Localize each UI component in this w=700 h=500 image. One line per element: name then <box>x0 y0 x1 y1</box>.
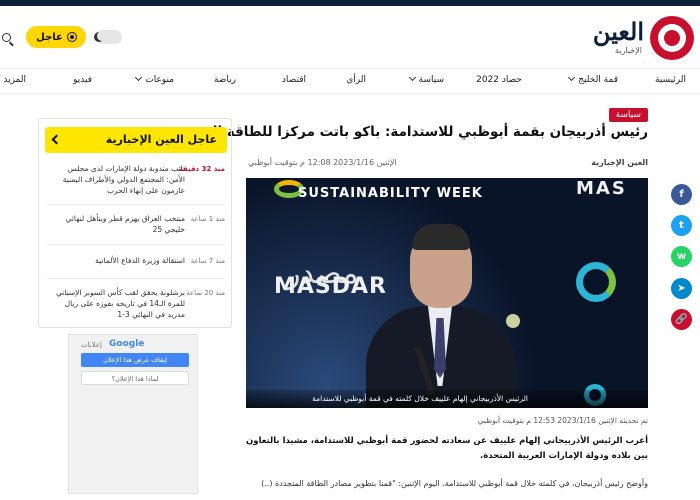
ad-label: إعلانات <box>81 341 102 349</box>
nav-item-home[interactable]: الرئيسية <box>655 75 686 85</box>
nav-item-opinion[interactable]: الرأي <box>346 75 366 85</box>
urgent-label: عاجل <box>36 31 63 43</box>
ad-brand: Google <box>109 339 145 349</box>
article-body: وأوضح رئيس أذربيجان، في كلمته خلال قمة أ… <box>261 479 648 488</box>
list-item[interactable]: منذ 20 ساعة برشلونة يحقق لقب كأس السوبر … <box>47 287 225 325</box>
news-time: منذ 1 ساعة <box>190 215 225 223</box>
list-item[interactable]: منذ 32 دقيقة نائب مندوبة دولة الإمارات ل… <box>47 163 225 205</box>
share-telegram-button[interactable]: ➤ <box>671 278 692 299</box>
hero-banner-sub: SUSTAINABILITY WEEK <box>298 186 483 201</box>
stop-ad-button[interactable]: إيقاف عرض هذا الإعلان <box>81 353 189 367</box>
nav-item-variety[interactable]: منوعات <box>135 73 174 85</box>
facebook-icon: f <box>679 189 684 200</box>
list-item[interactable]: منذ 1 ساعة منتخب العراق يهزم قطر ويتأهل … <box>47 213 225 245</box>
sidebar-title[interactable]: عاجل العين الإخبارية <box>45 127 227 153</box>
why-ad-button[interactable]: لماذا هذا الإعلان؟ <box>81 371 189 385</box>
hero-image: SUSTAINABILITY WEEK MAS مصدر MASDAR الرئ… <box>246 178 648 408</box>
site-logo[interactable]: العين الإخبارية <box>566 16 694 60</box>
hero-masdar-logo: MASDAR <box>274 274 387 299</box>
nav-item-gulf-summit[interactable]: قمة الخليج <box>568 73 618 85</box>
nav-item-video[interactable]: فيديو <box>73 75 92 85</box>
whatsapp-icon: w <box>676 251 687 262</box>
nav-item-more[interactable]: المزيد <box>0 73 26 85</box>
article-date: الإثنين 2023/1/16 12:08 م بتوقيت أبوظبي <box>248 158 397 167</box>
speaker-hair <box>412 224 470 250</box>
nav-item-harvest-2022[interactable]: حصاد 2022 <box>476 75 522 85</box>
image-caption: الرئيس الأذربيجاني إلهام علييف خلال كلمت… <box>246 390 648 408</box>
category-badge[interactable]: سياسة <box>608 108 648 122</box>
urgent-button[interactable]: عاجل <box>26 26 86 48</box>
ad-slot: إعلانات Google إيقاف عرض هذا الإعلان لما… <box>68 334 198 494</box>
search-icon[interactable] <box>2 33 11 42</box>
chevron-down-icon <box>135 73 143 82</box>
share-facebook-button[interactable]: f <box>671 184 692 205</box>
logo-mark-icon <box>650 16 694 60</box>
news-text: استقالة وزيرة الدفاع الألمانية <box>95 256 185 265</box>
chevron-left-icon <box>51 134 62 145</box>
logo-title: العين <box>592 17 644 46</box>
news-text: برشلونة يحقق لقب كأس السوبر الإسباني للم… <box>55 288 185 319</box>
urgent-dot-icon <box>67 33 76 41</box>
site-header: العين الإخبارية عاجل <box>0 6 700 68</box>
news-time: منذ 7 ساعة <box>190 257 225 265</box>
nav-item-sports[interactable]: رياضة <box>214 75 236 85</box>
share-whatsapp-button[interactable]: w <box>671 246 692 267</box>
link-icon: 🔗 <box>675 314 688 325</box>
chevron-down-icon <box>408 73 416 82</box>
news-time: منذ 32 دقيقة <box>178 165 225 173</box>
article-headline: رئيس أذربيجان بقمة أبوظبي للاستدامة: باك… <box>165 124 648 140</box>
news-time: منذ 20 ساعة <box>186 289 225 297</box>
lapel-badge <box>506 314 520 328</box>
telegram-icon: ➤ <box>677 283 686 294</box>
article-author[interactable]: العين الإخبارية <box>591 158 648 167</box>
article-lead: أعرب الرئيس الأذربيجاني إلهام علييف عن س… <box>246 436 648 461</box>
share-link-button[interactable]: 🔗 <box>671 309 692 330</box>
twitter-icon: t <box>679 220 684 231</box>
news-text: نائب مندوبة دولة الإمارات لدى مجلس الأمن… <box>62 164 185 195</box>
news-text: منتخب العراق يهزم قطر ويتأهل لنهائي خليج… <box>65 214 185 234</box>
article-meta: العين الإخبارية الإثنين 2023/1/16 12:08 … <box>248 158 648 172</box>
hero-masdar-right: MAS <box>576 178 627 199</box>
list-item[interactable]: منذ 7 ساعة استقالة وزيرة الدفاع الألماني… <box>47 255 225 279</box>
nav-item-politics[interactable]: سياسة <box>408 73 444 85</box>
main-nav: الرئيسية قمة الخليج حصاد 2022 سياسة الرأ… <box>0 68 700 94</box>
chevron-down-icon <box>568 73 576 82</box>
urgent-news-sidebar: عاجل العين الإخبارية منذ 32 دقيقة نائب م… <box>38 118 232 328</box>
nav-item-economy[interactable]: اقتصاد <box>282 75 306 85</box>
article-updated: تم تحديثه الإثنين 2023/1/16 12:53 م بتوق… <box>477 416 648 425</box>
share-twitter-button[interactable]: t <box>671 215 692 236</box>
adsw-ring-icon <box>576 262 616 302</box>
moon-icon <box>97 31 107 41</box>
logo-subtitle: الإخبارية <box>615 46 642 55</box>
